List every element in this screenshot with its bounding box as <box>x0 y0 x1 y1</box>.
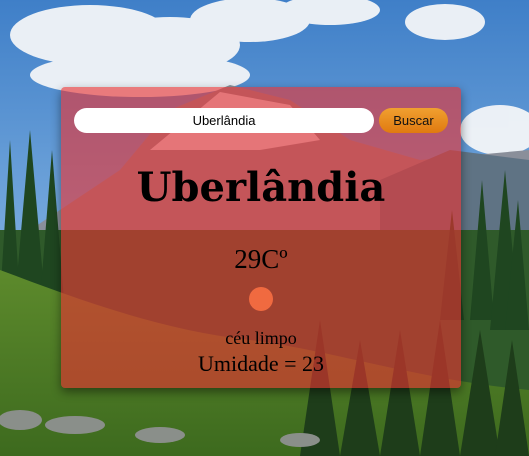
humidity: Umidade = 23 <box>197 351 325 376</box>
search-button[interactable]: Buscar <box>379 108 448 133</box>
city-name: Uberlândia <box>136 164 386 211</box>
search-bar: Buscar <box>74 108 448 133</box>
weather-description: céu limpo <box>225 328 297 348</box>
temperature: 29Cº <box>234 244 288 274</box>
clear-sky-icon <box>249 287 273 311</box>
weather-card: Buscar Uberlândia 29Cº céu limpo Umidade… <box>61 87 461 388</box>
city-search-input[interactable] <box>74 108 374 133</box>
